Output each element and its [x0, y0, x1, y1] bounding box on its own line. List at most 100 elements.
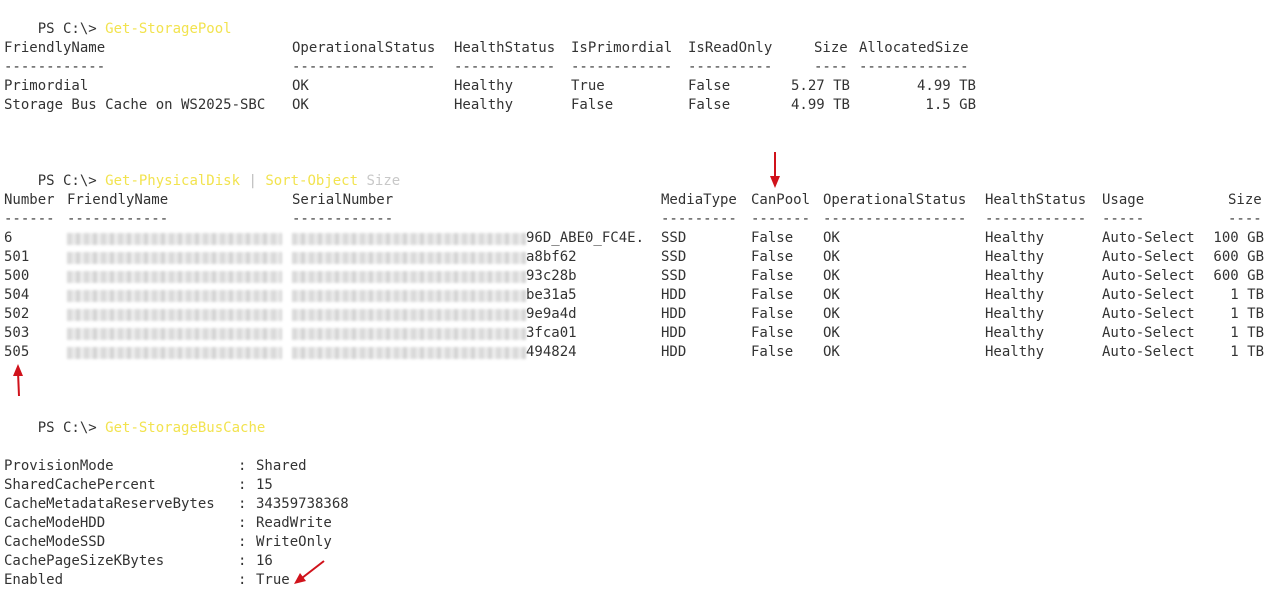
disk-operationalstatus: OK [823, 287, 840, 303]
disk-size: 100 GB [1213, 230, 1264, 246]
property-separator: : [238, 572, 255, 588]
disk-usage: Auto-Select [1102, 249, 1195, 265]
redacted-friendlyname [67, 328, 282, 340]
disk-mediatype: SSD [661, 249, 687, 265]
arrow-enabled-true [294, 560, 325, 584]
pool-isprimordial: False [571, 97, 614, 113]
pool-size: 5.27 TB [790, 78, 850, 94]
command-get-storagebuscache: Get-StorageBusCache [105, 420, 266, 436]
property-separator: : [238, 553, 255, 569]
col-header-friendlyname: FriendlyName [4, 40, 106, 56]
header-underline: ------- [751, 211, 811, 227]
pipe-operator: | [248, 173, 257, 189]
col-header-size: Size [1228, 192, 1262, 208]
header-underline: ----------------- [823, 211, 967, 227]
disk-operationalstatus: OK [823, 268, 840, 284]
col-header-operationalstatus: OperationalStatus [292, 40, 436, 56]
redacted-friendlyname [67, 347, 282, 359]
disk-number: 503 [4, 325, 30, 341]
disk-healthstatus: Healthy [985, 268, 1045, 284]
property-key: CacheModeHDD [4, 515, 106, 531]
header-underline: ------------ [454, 59, 556, 75]
disk-operationalstatus: OK [823, 249, 840, 265]
pool-operationalstatus: OK [292, 78, 309, 94]
redacted-friendlyname [67, 271, 282, 283]
disk-usage: Auto-Select [1102, 325, 1195, 341]
property-value: Shared [256, 458, 307, 474]
col-header-canpool: CanPool [751, 192, 811, 208]
command-sort-object: Sort-Object [265, 173, 359, 189]
header-underline: ------------ [985, 211, 1087, 227]
disk-usage: Auto-Select [1102, 306, 1195, 322]
header-underline: ---------- [688, 59, 773, 75]
redacted-serialnumber [292, 271, 526, 283]
prompt-line-get-storagebuscache: PS C:\> Get-StorageBusCache [4, 400, 266, 436]
col-header-number: Number [4, 192, 55, 208]
arrow-canpool [770, 152, 780, 188]
disk-healthstatus: Healthy [985, 249, 1045, 265]
disk-operationalstatus: OK [823, 306, 840, 322]
header-underline: ---- [1228, 211, 1262, 227]
property-separator: : [238, 515, 255, 531]
prompt: PS C:\> [37, 420, 106, 436]
disk-mediatype: HDD [661, 325, 687, 341]
disk-size: 1 TB [1230, 344, 1264, 360]
header-underline: ------------ [67, 211, 169, 227]
prompt-line-get-storagepool: PS C:\> Get-StoragePool [4, 1, 232, 37]
disk-mediatype: SSD [661, 268, 687, 284]
disk-size: 600 GB [1213, 249, 1264, 265]
disk-size: 1 TB [1230, 306, 1264, 322]
header-underline: ------------ [292, 211, 394, 227]
redacted-serialnumber [292, 328, 526, 340]
disk-canpool: False [751, 306, 794, 322]
pool-size: 4.99 TB [790, 97, 850, 113]
pool-isprimordial: True [571, 78, 605, 94]
col-header-operationalstatus: OperationalStatus [823, 192, 967, 208]
disk-mediatype: HDD [661, 344, 687, 360]
disk-serial-tail: 494824 [526, 344, 577, 360]
disk-serial-tail: 3fca01 [526, 325, 577, 341]
col-header-size: Size [814, 40, 848, 56]
redacted-friendlyname [67, 233, 282, 245]
property-key: CacheMetadataReserveBytes [4, 496, 215, 512]
powershell-terminal[interactable]: PS C:\> Get-StoragePool FriendlyName Ope… [0, 0, 1279, 593]
disk-usage: Auto-Select [1102, 268, 1195, 284]
col-header-isprimordial: IsPrimordial [571, 40, 673, 56]
header-underline: ---- [814, 59, 848, 75]
col-header-mediatype: MediaType [661, 192, 737, 208]
pool-allocatedsize: 4.99 TB [916, 78, 976, 94]
property-value: 34359738368 [256, 496, 349, 512]
disk-usage: Auto-Select [1102, 287, 1195, 303]
disk-canpool: False [751, 344, 794, 360]
col-header-serialnumber: SerialNumber [292, 192, 394, 208]
disk-size: 1 TB [1230, 325, 1264, 341]
pool-healthstatus: Healthy [454, 78, 514, 94]
disk-number: 6 [4, 230, 13, 246]
pool-allocatedsize: 1.5 GB [925, 97, 976, 113]
disk-number: 501 [4, 249, 30, 265]
disk-mediatype: SSD [661, 230, 687, 246]
disk-serial-tail: be31a5 [526, 287, 577, 303]
redacted-serialnumber [292, 233, 526, 245]
redacted-friendlyname [67, 309, 282, 321]
disk-serial-tail: 93c28b [526, 268, 577, 284]
command-get-physicaldisk: Get-PhysicalDisk [105, 173, 241, 189]
property-key: ProvisionMode [4, 458, 114, 474]
property-separator: : [238, 458, 255, 474]
header-underline: --------- [661, 211, 737, 227]
sort-argument: Size [366, 173, 401, 189]
redacted-friendlyname [67, 290, 282, 302]
pool-isreadonly: False [688, 97, 731, 113]
prompt-line-get-physicaldisk: PS C:\> Get-PhysicalDisk | Sort-Object S… [4, 153, 400, 189]
disk-number: 502 [4, 306, 30, 322]
property-value: 15 [256, 477, 273, 493]
disk-usage: Auto-Select [1102, 344, 1195, 360]
disk-mediatype: HDD [661, 287, 687, 303]
redacted-serialnumber [292, 252, 526, 264]
header-underline: ------------ [571, 59, 673, 75]
pool-isreadonly: False [688, 78, 731, 94]
disk-operationalstatus: OK [823, 344, 840, 360]
disk-number: 504 [4, 287, 30, 303]
property-key: CacheModeSSD [4, 534, 106, 550]
disk-healthstatus: Healthy [985, 306, 1045, 322]
